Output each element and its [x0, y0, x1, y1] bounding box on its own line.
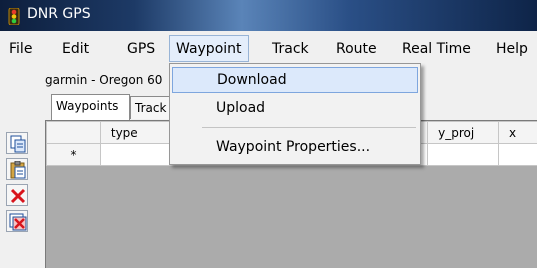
window-title: DNR GPS	[27, 6, 91, 22]
column-header[interactable]: x	[498, 122, 537, 144]
title-bar[interactable]: DNR GPS	[0, 0, 537, 31]
menu-waypoint[interactable]: Waypoint	[169, 35, 249, 62]
menu-help[interactable]: Help	[496, 40, 528, 58]
traffic-light-icon	[8, 8, 20, 25]
table-cell[interactable]	[428, 144, 499, 166]
table-cell[interactable]	[100, 144, 170, 166]
menu-gps[interactable]: GPS	[127, 40, 155, 58]
table-cell[interactable]	[498, 144, 537, 166]
paste-icon	[9, 161, 27, 179]
paste-button[interactable]	[6, 158, 28, 180]
menu-edit[interactable]: Edit	[62, 40, 89, 58]
menu-item-waypoint-properties[interactable]: Waypoint Properties...	[172, 134, 418, 160]
column-header[interactable]: y_proj	[428, 122, 499, 144]
menu-item-download[interactable]: Download	[172, 67, 418, 93]
menu-item-upload[interactable]: Upload	[172, 95, 418, 121]
new-row-marker: *	[47, 144, 101, 166]
copy-icon	[9, 135, 27, 153]
menu-route[interactable]: Route	[336, 40, 377, 58]
menu-bar: File Edit GPS Waypoint Track Route Real …	[0, 31, 537, 65]
menu-file[interactable]: File	[9, 40, 32, 58]
row-header-corner	[47, 122, 101, 144]
delete-all-button[interactable]	[6, 210, 28, 232]
tab-waypoints[interactable]: Waypoints	[51, 94, 130, 120]
delete-all-icon	[9, 213, 27, 231]
waypoint-menu: Download Upload Waypoint Properties...	[169, 63, 421, 165]
copy-button[interactable]	[6, 132, 28, 154]
menu-separator	[202, 127, 416, 128]
column-header[interactable]: type	[100, 122, 170, 144]
delete-icon	[9, 187, 27, 205]
menu-real-time[interactable]: Real Time	[402, 40, 471, 58]
delete-button[interactable]	[6, 184, 28, 206]
tab-track[interactable]: Track	[130, 96, 170, 119]
device-label: garmin - Oregon 60	[45, 73, 162, 87]
menu-track[interactable]: Track	[272, 40, 309, 58]
